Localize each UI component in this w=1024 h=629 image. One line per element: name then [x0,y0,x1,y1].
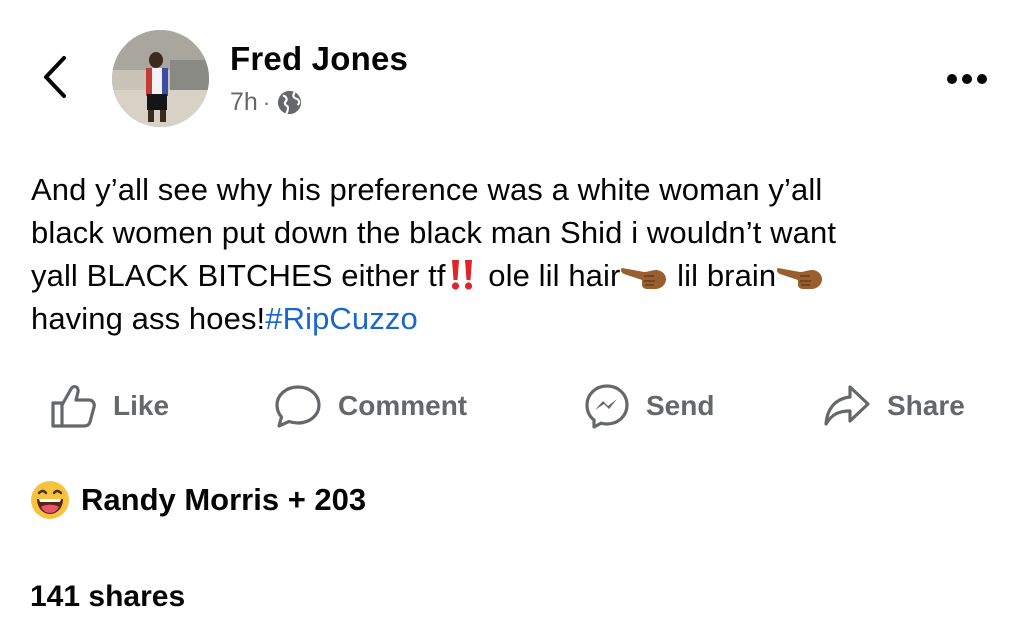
post-text-segment: ole lil hair [479,258,621,293]
share-count[interactable]: 141 shares [30,580,185,614]
reaction-names: Randy Morris + 203 [81,482,367,517]
post-text-line: black women put down the black man Shid … [31,215,837,250]
post-text-segment: yall BLACK BITCHES either tf [31,258,446,293]
reactions-summary[interactable]: Randy Morris + 203 [30,480,366,520]
post-text: And y’all see why his preference was a w… [31,168,1006,340]
laughing-face-icon [31,481,69,519]
author-name[interactable]: Fred Jones [230,40,408,78]
share-label: Share [887,390,965,421]
post-text-line: having ass hoes!#RipCuzzo [31,297,1006,340]
send-label: Send [646,390,715,421]
more-dots-icon [947,74,987,84]
share-button[interactable]: Share [823,380,965,432]
post-meta: 7h · [230,88,303,117]
comment-label: Comment [338,390,468,421]
double-exclamation-icon [451,260,472,290]
comment-button[interactable]: Comment [274,380,467,432]
thumbs-up-icon [51,385,96,428]
share-arrow-icon [824,385,870,426]
avatar[interactable] [112,30,209,127]
like-button[interactable]: Like [49,380,169,432]
hashtag-link[interactable]: #RipCuzzo [265,301,418,336]
like-label: Like [113,390,170,421]
post-text-segment: having ass hoes! [31,301,266,336]
more-options-button[interactable] [943,66,991,92]
post-text-line: And y’all see why his preference was a w… [31,172,823,207]
post-text-segment: lil brain [668,258,777,293]
post-time[interactable]: 7h [230,88,258,117]
comment-bubble-icon [275,385,321,428]
meta-separator: · [262,89,271,115]
messenger-icon [585,384,629,429]
action-bar: Like Comment Send Share [0,380,1024,432]
send-button[interactable]: Send [584,380,714,432]
pointing-hand-icon [621,268,667,289]
chevron-left-icon [44,56,66,98]
globe-icon[interactable] [276,89,303,116]
back-button[interactable] [36,52,76,102]
avatar-photo [112,30,209,127]
post-text-line: yall BLACK BITCHES either tf ole lil hai… [31,254,1006,297]
pointing-hand-icon [777,268,823,289]
